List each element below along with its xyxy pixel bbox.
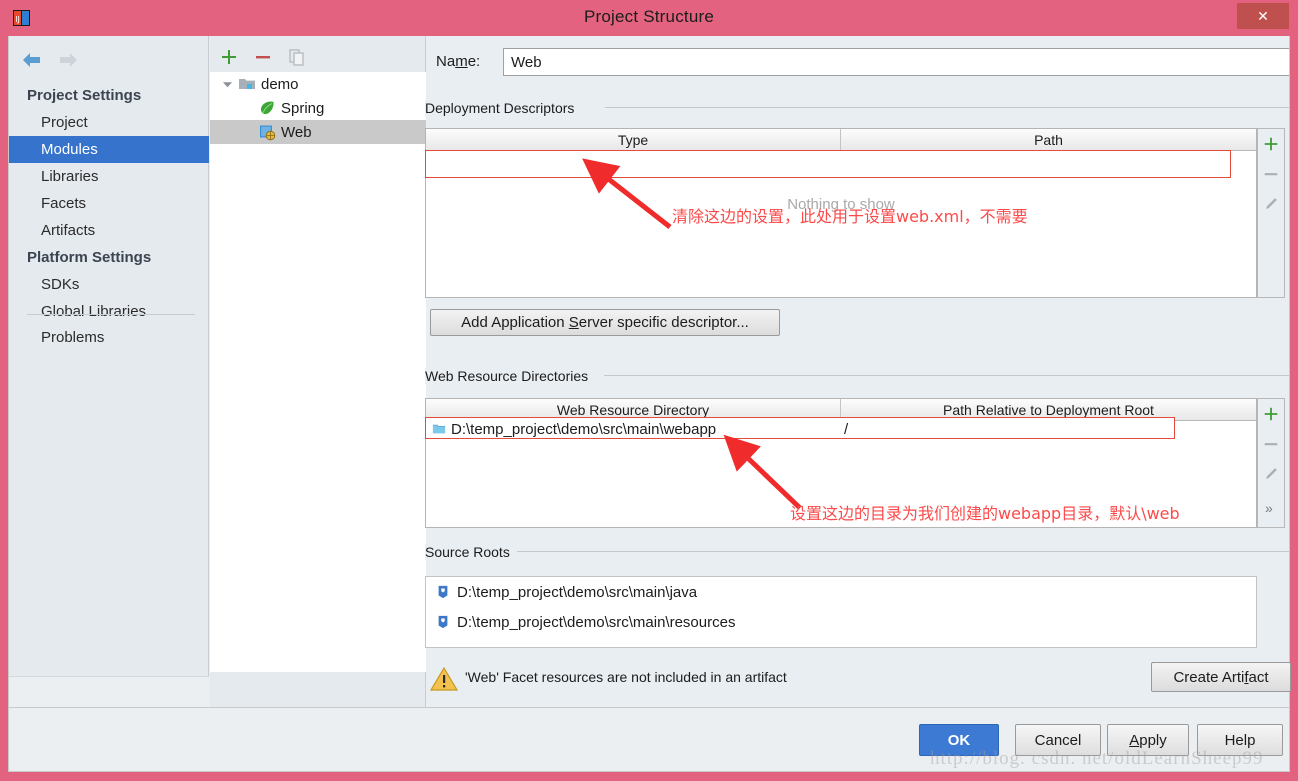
web-resource-directory-value: D:\temp_project\demo\src\main\webapp [451, 420, 717, 438]
annotation-text-1: 清除这边的设置，此处用于设置web.xml，不需要 [672, 207, 1028, 226]
source-roots-list: D:\temp_project\demo\src\main\java D:\te… [425, 576, 1257, 648]
chevron-down-icon[interactable] [216, 79, 238, 90]
tree-node-label: Web [281, 123, 312, 141]
apply-button[interactable]: Apply [1107, 724, 1189, 756]
page-title: Project Structure [583, 7, 714, 26]
sidebar-group-platform-settings: Platform Settings [27, 249, 152, 266]
sidebar-item-problems[interactable]: Problems [9, 324, 209, 351]
name-row: Name: [436, 48, 1289, 76]
add-application-server-descriptor-button[interactable]: Add Application Server specific descript… [430, 309, 780, 336]
table-row[interactable]: D:\temp_project\demo\src\main\webapp / [425, 417, 1175, 439]
source-root-path: D:\temp_project\demo\src\main\java [457, 583, 698, 601]
remove-icon[interactable] [252, 46, 274, 68]
remove-icon[interactable] [1258, 159, 1284, 189]
dialog-footer: OK Cancel Apply Help [8, 708, 1290, 772]
ok-button[interactable]: OK [919, 724, 999, 756]
sidebar-problems-section: Problems [9, 324, 209, 351]
column-header-type[interactable]: Type [426, 129, 840, 150]
artifact-warning-bar: 'Web' Facet resources are not included i… [425, 658, 1291, 700]
add-icon[interactable] [1258, 129, 1284, 159]
name-input[interactable] [503, 48, 1289, 76]
title-bar: IJ Project Structure ✕ [0, 0, 1298, 36]
tree-node-label: demo [261, 75, 299, 93]
create-artifact-button[interactable]: Create Artifact [1151, 662, 1291, 692]
sidebar-item-modules[interactable]: Modules [9, 136, 209, 163]
relative-path-cell: / [844, 420, 849, 438]
list-item[interactable]: D:\temp_project\demo\src\main\java [426, 577, 1256, 607]
web-resource-directory-cell: D:\temp_project\demo\src\main\webapp [432, 419, 716, 439]
source-root-path: D:\temp_project\demo\src\main\resources [457, 613, 736, 631]
source-roots-group-line [517, 551, 1289, 552]
sidebar-group-project-settings: Project Settings [27, 87, 142, 104]
edit-pencil-icon[interactable] [1258, 459, 1284, 489]
folder-icon [432, 422, 446, 436]
table-header-row: Type Path [426, 129, 1256, 151]
sidebar-divider [27, 314, 195, 315]
add-icon[interactable] [218, 46, 240, 68]
module-tree-toolbar [218, 44, 308, 70]
edit-pencil-icon[interactable] [1258, 189, 1284, 219]
sidebar-list: Project Settings Project Modules Librari… [9, 82, 209, 325]
project-structure-dialog: IJ Project Structure ✕ Project Settings … [0, 0, 1298, 781]
cancel-button[interactable]: Cancel [1015, 724, 1101, 756]
sidebar-item-global-libraries[interactable]: Global Libraries [9, 298, 209, 325]
sidebar-item-libraries[interactable]: Libraries [9, 163, 209, 190]
sidebar-item-artifacts[interactable]: Artifacts [9, 217, 209, 244]
add-icon[interactable] [1258, 399, 1284, 429]
tree-node-spring[interactable]: Spring [210, 96, 426, 120]
tree-node-web[interactable]: Web [210, 120, 426, 144]
web-resource-group-line [604, 375, 1289, 376]
module-tree: demo Spring Web [210, 72, 426, 672]
back-arrow-icon[interactable] [21, 49, 43, 71]
sidebar-item-facets[interactable]: Facets [9, 190, 209, 217]
tree-node-demo[interactable]: demo [210, 72, 426, 96]
copy-icon[interactable] [286, 46, 308, 68]
warning-text: 'Web' Facet resources are not included i… [465, 669, 787, 685]
spring-leaf-icon [258, 99, 276, 117]
navigation-arrows [21, 46, 79, 74]
list-item[interactable]: D:\temp_project\demo\src\main\resources [426, 607, 1256, 637]
warning-triangle-icon [430, 666, 458, 691]
source-roots-label: Source Roots [425, 544, 516, 560]
module-folder-icon [238, 75, 256, 93]
name-label: Name: [436, 53, 481, 70]
remove-icon[interactable] [1258, 429, 1284, 459]
deployment-descriptors-label: Deployment Descriptors [425, 100, 581, 116]
source-root-icon [436, 614, 450, 630]
deployment-group-line [605, 107, 1289, 108]
annotation-text-2: 设置这边的目录为我们创建的webapp目录，默认\web [790, 504, 1180, 523]
web-resource-directories-label: Web Resource Directories [425, 368, 595, 384]
column-header-path[interactable]: Path [840, 129, 1256, 150]
source-root-icon [436, 584, 450, 600]
expand-chevrons-icon[interactable]: » [1265, 500, 1273, 516]
close-icon[interactable]: ✕ [1237, 3, 1289, 29]
deployment-descriptors-toolbar [1257, 128, 1285, 298]
tree-node-label: Spring [281, 99, 325, 117]
forward-arrow-icon[interactable] [57, 49, 79, 71]
help-button[interactable]: Help [1197, 724, 1283, 756]
deployment-descriptor-empty-row[interactable] [425, 150, 1231, 178]
web-facet-icon [258, 123, 276, 141]
sidebar-footer [9, 676, 209, 707]
sidebar-item-project[interactable]: Project [9, 109, 209, 136]
sidebar-item-sdks[interactable]: SDKs [9, 271, 209, 298]
module-tree-panel: demo Spring Web [210, 36, 426, 707]
settings-sidebar: Project Settings Project Modules Librari… [9, 36, 209, 707]
